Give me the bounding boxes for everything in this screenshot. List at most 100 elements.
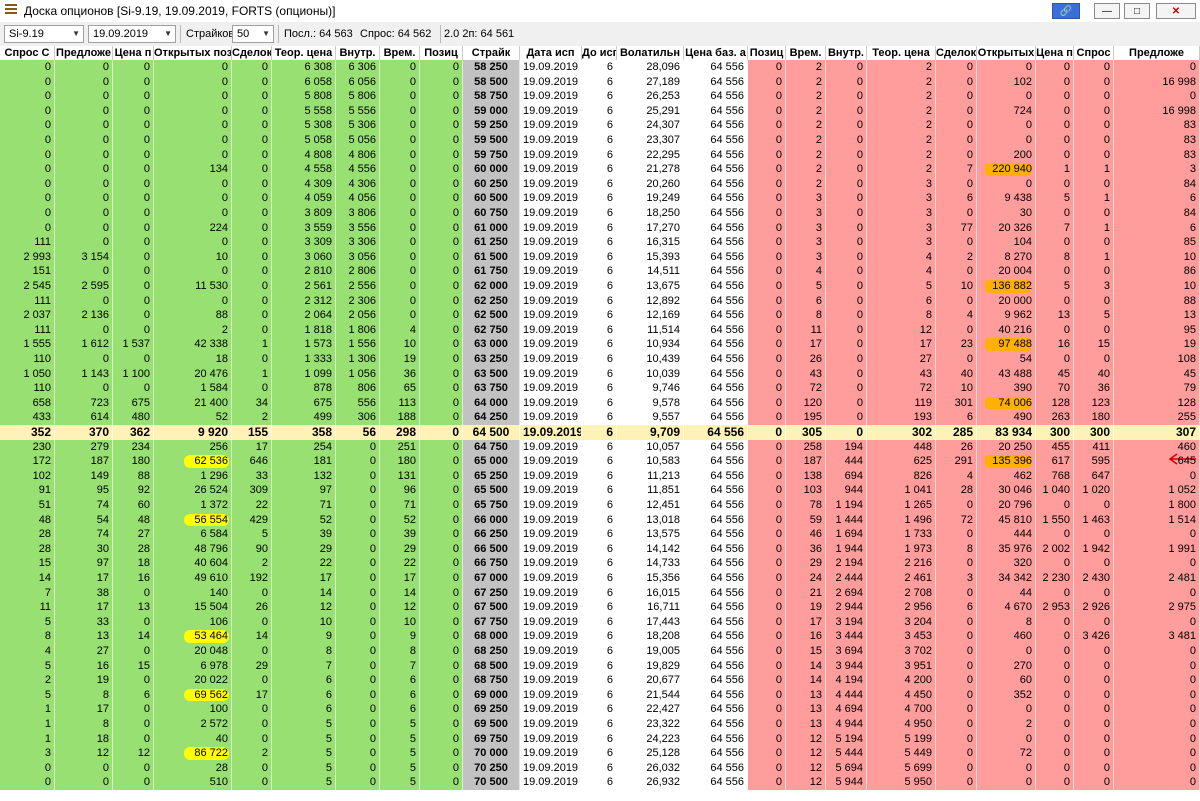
table-row[interactable]: 1 555 1 612 1 537 42 338 1 1 573 1 556 10 0 63 00…	[0, 337, 1200, 352]
cell-value: 64 556	[710, 659, 744, 672]
table-row[interactable]: 111 0 0 0 0 3 309 3 306 0 0 61 250 19.09.2019 6 16,3…	[0, 235, 1200, 250]
table-row[interactable]: 000005 058 5 056 0 0 59 500 19.09.2019 6 23,307…	[0, 133, 1200, 148]
minimize-icon[interactable]: ―	[1094, 3, 1120, 19]
column-header[interactable]: Дата исп	[520, 46, 582, 60]
table-row[interactable]: 7 38 0 140 0 14 0 14 0 67 250 19.09.2019 6 16,015 64 …	[0, 585, 1200, 601]
cell-value: 0	[452, 747, 459, 760]
column-header[interactable]: Позиц	[748, 46, 786, 60]
instrument-select[interactable]: Si-9.19 ▼	[4, 25, 84, 43]
table-row[interactable]: 91 95 92 26 524 309 97 0 96 0 65 500 19.09.2019 6 11…	[0, 483, 1200, 498]
column-header[interactable]: Сделок	[936, 46, 977, 60]
table-row[interactable]: 0 0 0 224 0 3 559 3 556 0 0 61 000 19.09.2019 6 17,2…	[0, 220, 1200, 236]
table-row[interactable]: 110 0 0 18 0 1 333 1 306 19 0 63 250 19.09.2019 6 10…	[0, 352, 1200, 367]
table-row[interactable]: 230 279 234 256 17 254 0 251 0 64 750 19.09.2019 6 1…	[0, 439, 1200, 455]
close-icon[interactable]: ✕	[1156, 3, 1196, 19]
table-row[interactable]: 15 97 18 40 604 2 22 0 22 0 66 750 19.09.2019 6 14,7…	[0, 556, 1200, 571]
column-header[interactable]: Врем.	[786, 46, 826, 60]
cell-value: 64 556	[710, 528, 744, 541]
table-cell: 0	[232, 308, 272, 323]
column-header[interactable]: Открытых	[977, 46, 1036, 60]
column-header[interactable]: Цена п	[113, 46, 154, 60]
table-cell: 4 056	[336, 191, 380, 206]
table-row[interactable]: 2 993 3 154 0 10 0 3 060 3 056 0 0 61 500 19.09.20…	[0, 249, 1200, 265]
column-header[interactable]: Сделок	[232, 46, 272, 60]
table-row[interactable]: 0 0 0 28 0 5 0 5 0 70 250 19.09.2019 6 26,032 64 556 0…	[0, 760, 1200, 776]
column-header[interactable]: Предложе	[1114, 46, 1200, 60]
table-row[interactable]: 14 17 16 49 610 192 17 0 17 0 67 000 19.09.2019 6 15…	[0, 571, 1200, 586]
cell-value: 120	[803, 396, 822, 409]
table-row[interactable]: 8 13 14 53 464 14 9 0 9 0 68 000 19.09.2019 6 18,208…	[0, 629, 1200, 644]
table-row[interactable]: 172 187 180 62 536 646 181 0 180 0 65 000 19.09.20…	[0, 454, 1200, 469]
table-row[interactable]: 102 149 88 1 296 33 132 0 131 0 65 250 19.09.2019 6…	[0, 468, 1200, 484]
table-row[interactable]: 000004 808 4 806 0 0 59 750 19.09.2019 6 22,295…	[0, 147, 1200, 163]
table-row[interactable]: 1802 572 0 5 0 5 0 69 500 19.09.2019 6 23,322 64 5…	[0, 717, 1200, 732]
column-header[interactable]: Теор. цена	[867, 46, 936, 60]
column-header[interactable]: Позиц	[420, 46, 463, 60]
table-row[interactable]: 11 17 13 15 504 26 12 0 12 0 67 500 19.09.2019 6 16,…	[0, 600, 1200, 615]
table-row[interactable]: 1 17 0 100 0 6 0 6 0 69 250 19.09.2019 6 22,427 64 55…	[0, 702, 1200, 717]
maximize-icon[interactable]: □	[1124, 3, 1150, 19]
table-row[interactable]: 1 18 0 40 0 5 0 5 0 69 750 19.09.2019 6 24,223 64 556…	[0, 731, 1200, 747]
table-row[interactable]: 2 545 2 595 0 11 530 0 2 561 2 556 0 0 62 000 19.0…	[0, 279, 1200, 294]
table-row[interactable]: 48 54 48 56 554 429 52 0 52 0 66 000 19.09.2019 6 13…	[0, 512, 1200, 528]
table-row[interactable]: 151 0 0 0 0 2 810 2 806 0 0 61 750 19.09.2019 6 14,5…	[0, 264, 1200, 279]
table-row[interactable]: 2 19 0 20 022 0 6 0 6 0 68 750 19.09.2019 6 20,677 64…	[0, 673, 1200, 688]
table-row[interactable]: 28 30 28 48 796 90 29 0 29 0 66 500 19.09.2019 6 14,…	[0, 541, 1200, 557]
cell-value: 0	[261, 718, 268, 730]
table-cell: 0	[826, 381, 867, 396]
table-row[interactable]: 0 0 0 510 0 5 0 5 0 70 500 19.09.2019 6 26,932 64 556…	[0, 775, 1200, 790]
table-row[interactable]: 0 0 0 134 0 4 558 4 556 0 0 60 000 19.09.2019 6 21,2…	[0, 162, 1200, 177]
table-row[interactable]: 658 723 675 21 400 34 675 556 113 0 64 000 19.09.2…	[0, 395, 1200, 411]
link-icon[interactable]: 🔗	[1052, 3, 1080, 19]
table-cell: 5	[380, 760, 420, 776]
table-row[interactable]: 000003 809 3 806 0 0 60 750 19.09.2019 6 18,250…	[0, 206, 1200, 221]
table-cell: 5 556	[336, 103, 380, 119]
table-row[interactable]: 111 0 0 0 0 2 312 2 306 0 0 62 250 19.09.2019 6 12,8…	[0, 293, 1200, 309]
table-row[interactable]: 2 037 2 136 0 88 0 2 064 2 056 0 0 62 500 19.09.20…	[0, 308, 1200, 323]
table-row[interactable]: 111 0 0 2 0 1 818 1 806 4 0 62 750 19.09.2019 6 11,5…	[0, 322, 1200, 338]
table-row-atm[interactable]: 352 370 362 9 920 155 358 56 298 0 64 500 19.09.20…	[0, 425, 1200, 440]
table-row[interactable]: 000005 808 5 806 0 0 58 750 19.09.2019 6 26,253…	[0, 89, 1200, 104]
column-header[interactable]: Страйк	[463, 46, 520, 60]
cell-value: 66 000	[474, 513, 508, 526]
table-row[interactable]: 51 74 60 1 372 22 71 0 71 0 65 750 19.09.2019 6 12,4…	[0, 498, 1200, 513]
table-row[interactable]: 000005 558 5 556 0 0 59 000 19.09.2019 6 25,291…	[0, 103, 1200, 119]
table-row[interactable]: 4 27 0 20 048 0 8 0 8 0 68 250 19.09.2019 6 19,005 64…	[0, 644, 1200, 659]
table-row[interactable]: 000004 309 4 306 0 0 60 250 19.09.2019 6 20,260…	[0, 176, 1200, 192]
cell-value: 0	[775, 425, 782, 439]
table-row[interactable]: 28 74 27 6 584 5 39 0 39 0 66 250 19.09.2019 6 13,57…	[0, 527, 1200, 542]
cell-value: 4 306	[348, 177, 376, 190]
date-select[interactable]: 19.09.2019 ▼	[88, 25, 176, 43]
column-header[interactable]: Спрос С	[0, 46, 55, 60]
table-row[interactable]: 000004 059 4 056 0 0 60 500 19.09.2019 6 19,249…	[0, 191, 1200, 206]
table-row[interactable]: 5 8 6 69 562 17 6 0 6 0 69 000 19.09.2019 6 21,544 64…	[0, 687, 1200, 703]
column-header[interactable]: Внутр.	[336, 46, 380, 60]
table-cell: 19.09.2019	[520, 352, 582, 367]
table-row[interactable]: 5 33 0 106 0 10 0 10 0 67 750 19.09.2019 6 17,443 64 …	[0, 614, 1200, 630]
table-row[interactable]: 000005 308 5 306 0 0 59 250 19.09.2019 6 24,307…	[0, 118, 1200, 133]
table-row[interactable]: 3 12 12 86 722 2 5 0 5 0 70 000 19.09.2019 6 25,128 6…	[0, 746, 1200, 761]
column-header[interactable]: Предложе	[55, 46, 113, 60]
column-header[interactable]: Спрос	[1074, 46, 1114, 60]
column-header[interactable]: Внутр.	[826, 46, 867, 60]
cell-value: 42 338	[194, 338, 228, 351]
table-cell: 2	[786, 147, 826, 163]
cell-value: 6	[606, 294, 613, 307]
column-header[interactable]: Волатильн	[617, 46, 684, 60]
column-header[interactable]: Цена баз. а	[684, 46, 748, 60]
table-row[interactable]: 433 614 480 52 2 499 306 188 0 64 250 19.09.2019 6 9…	[0, 410, 1200, 425]
table-cell: 13	[786, 717, 826, 732]
strikes-select[interactable]: 50 ▼	[232, 25, 274, 43]
table-row[interactable]: 5 16 15 6 978 29 7 0 7 0 68 500 19.09.2019 6 19,829 6…	[0, 658, 1200, 674]
table-row[interactable]: 000006 058 6 056 0 0 58 500 19.09.2019 6 27,189…	[0, 74, 1200, 90]
cell-value: 6	[606, 338, 613, 351]
column-header[interactable]: Врем.	[380, 46, 420, 60]
cell-value: 0	[261, 280, 268, 292]
table-row[interactable]: 1 050 1 143 1 100 20 476 1 1 099 1 056 36 0 63 50…	[0, 366, 1200, 382]
column-header[interactable]: Открытых поз	[154, 46, 232, 60]
column-header[interactable]: До исп	[582, 46, 617, 60]
table-row[interactable]: 000006 308 6 306 0 0 58 250 19.09.2019 6 28,096…	[0, 60, 1200, 75]
column-header[interactable]: Теор. цена	[272, 46, 336, 60]
column-header[interactable]: Цена п	[1036, 46, 1074, 60]
table-row[interactable]: 110 0 0 1 584 0 878 806 65 0 63 750 19.09.2019 6 9,7…	[0, 381, 1200, 396]
